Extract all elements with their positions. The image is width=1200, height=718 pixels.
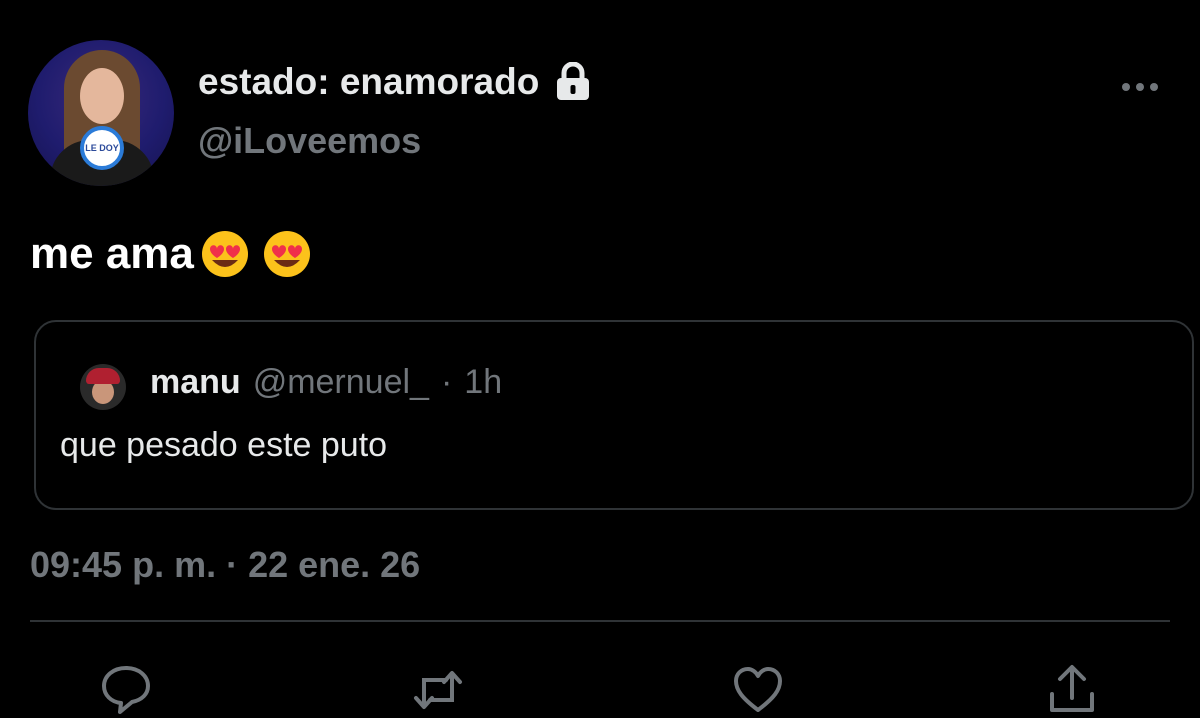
quoted-time: 1h <box>464 362 503 401</box>
author-avatar[interactable]: LE DOY <box>28 40 174 186</box>
action-bar <box>0 664 1200 718</box>
like-icon[interactable] <box>732 664 784 716</box>
divider <box>30 620 1170 622</box>
heart-eyes-emoji-icon <box>263 231 310 277</box>
more-options-icon[interactable] <box>1120 78 1160 96</box>
tweet-timestamp[interactable]: 09:45 p. m. · 22 ene. 26 <box>30 544 420 586</box>
retweet-icon[interactable] <box>412 664 464 716</box>
quoted-separator: · <box>440 362 453 401</box>
avatar-face <box>80 68 124 124</box>
quoted-tweet-text: que pesado este puto <box>60 426 388 464</box>
heart-eyes-emoji-icon <box>201 231 248 277</box>
lock-icon <box>557 62 590 100</box>
quoted-author-name: manu <box>150 362 241 401</box>
quoted-tweet[interactable]: manu @mernuel_ · 1h que pesado este puto <box>34 320 1194 510</box>
quoted-tweet-header: manu @mernuel_ · 1h <box>150 360 502 404</box>
quoted-avatar-cap <box>86 368 120 384</box>
author-name-line: estado: enamorado <box>198 60 591 104</box>
author-handle[interactable]: @iLoveemos <box>198 120 421 162</box>
quoted-author-handle: @mernuel_ <box>252 362 429 401</box>
avatar-mic-badge: LE DOY <box>80 126 124 170</box>
quoted-author-avatar[interactable] <box>80 364 126 410</box>
share-icon[interactable] <box>1046 664 1098 716</box>
author-display-name[interactable]: estado: enamorado <box>198 61 539 103</box>
tweet-text: me ama <box>30 226 312 282</box>
tweet-text-content: me ama <box>30 229 194 278</box>
reply-icon[interactable] <box>100 664 152 716</box>
